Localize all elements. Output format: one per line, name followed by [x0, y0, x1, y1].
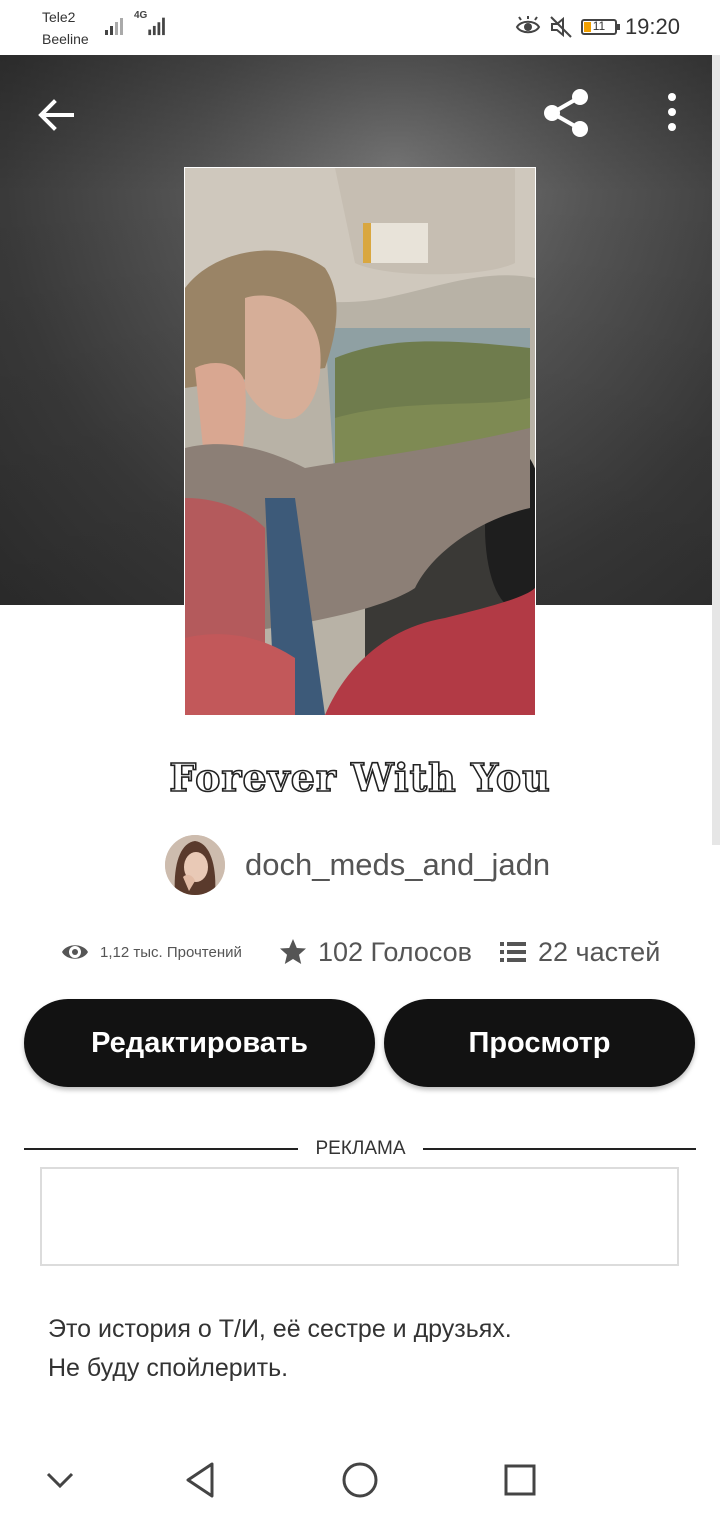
reads-stat: 1,12 тыс. Прочтений — [60, 930, 242, 974]
votes-stat: 102 Голосов — [278, 930, 472, 974]
star-icon — [280, 939, 306, 964]
more-vertical-icon[interactable] — [652, 89, 692, 137]
carrier-2: Beeline — [42, 31, 89, 47]
avatar[interactable] — [165, 835, 225, 895]
eye-icon — [62, 945, 88, 959]
cover-photo — [185, 168, 535, 715]
preview-button[interactable]: Просмотр — [384, 999, 695, 1087]
battery-icon: 11 — [580, 19, 620, 35]
ad-label: РЕКЛАМА — [315, 1138, 406, 1159]
battery-level: 11 — [592, 19, 606, 33]
story-stats: 1,12 тыс. Прочтений 102 Голосов 22 часте… — [60, 930, 680, 974]
share-icon[interactable] — [540, 85, 596, 141]
votes-count: 102 Голосов — [318, 936, 473, 967]
signal-icon-2 — [148, 17, 165, 36]
author-name[interactable]: doch_meds_and_jadn — [245, 847, 550, 883]
system-nav-bar — [0, 1440, 720, 1520]
status-bar: Tele2 Beeline 4G 11 19:20 — [0, 0, 720, 55]
status-right: 11 19:20 — [515, 14, 680, 40]
recents-square-icon[interactable] — [498, 1458, 542, 1502]
reads-count: 1,12 тыс. Прочтений — [100, 943, 242, 961]
author-row[interactable]: doch_meds_and_jadn — [165, 834, 550, 896]
clock: 19:20 — [624, 14, 680, 39]
eye-icon — [515, 16, 541, 34]
divider — [423, 1148, 696, 1150]
chevron-down-icon[interactable] — [38, 1458, 82, 1502]
carrier-1: Tele2 — [42, 9, 76, 25]
mute-icon — [550, 16, 572, 38]
edit-button[interactable]: Редактировать — [24, 999, 375, 1087]
parts-stat[interactable]: 22 частей — [498, 930, 660, 974]
signal-icon — [105, 18, 123, 35]
story-description: Это история о Т/И, её сестре и друзьях. … — [48, 1310, 688, 1388]
arrow-left-icon[interactable] — [32, 91, 80, 139]
ad-separator: РЕКЛАМА — [24, 1136, 696, 1162]
description-line: Это история о Т/И, её сестре и друзьях. — [48, 1315, 512, 1343]
story-title: Forever With You — [168, 754, 551, 801]
carrier-labels: Tele2 Beeline — [42, 6, 89, 50]
description-line: Не буду спойлерить. — [48, 1354, 289, 1382]
story-cover-image[interactable] — [184, 167, 536, 716]
divider — [24, 1148, 298, 1150]
back-triangle-icon[interactable] — [178, 1458, 222, 1502]
list-icon — [500, 942, 526, 962]
parts-count[interactable]: 22 частей — [538, 937, 660, 968]
ad-banner[interactable] — [40, 1167, 679, 1266]
home-circle-icon[interactable] — [338, 1458, 382, 1502]
scrollbar[interactable] — [712, 55, 720, 845]
